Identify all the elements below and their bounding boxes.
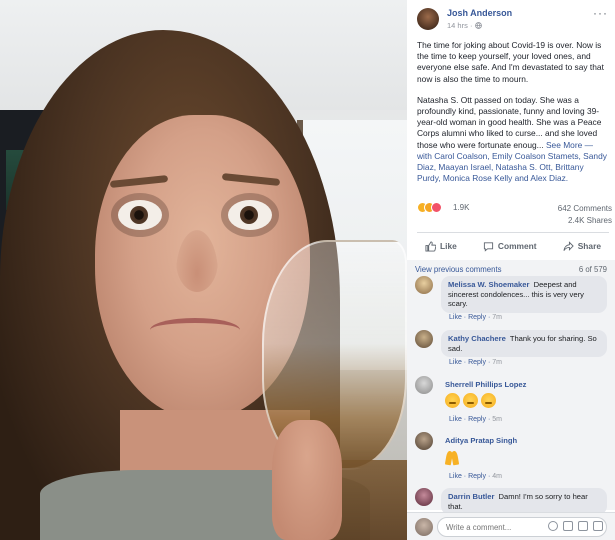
comment-separator: · [463, 416, 467, 423]
comment-icon [483, 241, 494, 252]
comment-tools [548, 521, 603, 531]
commenter-name[interactable]: Darrin Butler [448, 492, 494, 501]
share-icon [563, 240, 574, 251]
left-eye [118, 200, 162, 230]
comment-label: Comment [497, 241, 537, 251]
emoji-row [445, 392, 528, 412]
engagement-counts: 642 Comments 2.4K Shares [558, 203, 612, 227]
current-user-avatar [415, 518, 433, 536]
post-paragraph-2: Natasha S. Ott passed on today. She was … [417, 95, 609, 185]
comment-reply-link[interactable]: Reply [468, 416, 486, 423]
comment-count[interactable]: 642 Comments [558, 204, 612, 213]
comment-separator: · [487, 416, 491, 423]
comment-reply-link[interactable]: Reply [468, 314, 486, 321]
comment-time[interactable]: 4m [492, 473, 502, 480]
comments-count: 6 of 579 [578, 265, 607, 274]
comment-time[interactable]: 5m [492, 416, 502, 423]
author-avatar[interactable] [417, 8, 439, 30]
commenter-name[interactable]: Melissa W. Shoemaker [448, 280, 529, 289]
post-photo[interactable] [0, 0, 407, 540]
comment-like-link[interactable]: Like [449, 416, 462, 423]
share-label: Share [577, 241, 601, 251]
comment-separator: · [487, 314, 491, 321]
commenter-name[interactable]: Sherrell Phillips Lopez [445, 380, 526, 389]
comment-separator: · [463, 473, 467, 480]
comment-bubble: Aditya Pratap Singh [441, 432, 526, 473]
comment-separator: · [487, 359, 491, 366]
comment-separator: · [487, 473, 491, 480]
like-button[interactable]: Like [417, 236, 465, 256]
comment-bubble: Melissa W. Shoemaker Deepest and sincere… [441, 276, 607, 313]
comment-like-link[interactable]: Like [449, 359, 462, 366]
more-dots-icon[interactable]: ··· [593, 6, 608, 20]
sad-face-emoji [463, 392, 478, 408]
reaction-icons[interactable] [417, 202, 443, 214]
divider [417, 232, 609, 233]
comment-reply-link[interactable]: Reply [468, 473, 486, 480]
comment-button[interactable]: Comment [475, 236, 545, 256]
right-eye [228, 200, 272, 230]
comment-bubble: Sherrell Phillips Lopez [441, 376, 535, 416]
write-comment-bar [407, 512, 615, 540]
post-header: Josh Anderson 14 hrs · ··· [417, 6, 612, 34]
comment-actions: Like · Reply · 7m [449, 314, 502, 321]
commenter-avatar[interactable] [415, 432, 433, 450]
post-time[interactable]: 14 hrs [447, 21, 468, 30]
sticker-icon[interactable] [593, 521, 603, 531]
commenter-name[interactable]: Aditya Pratap Singh [445, 436, 517, 445]
comment-time[interactable]: 7m [492, 359, 502, 366]
commenter-avatar[interactable] [415, 276, 433, 294]
comment-separator: · [463, 314, 467, 321]
reaction-count[interactable]: 1.9K [453, 203, 469, 212]
share-count[interactable]: 2.4K Shares [568, 216, 612, 225]
comment-actions: Like · Reply · 5m [449, 416, 502, 423]
emoji-row [445, 449, 519, 469]
comments-panel: View previous comments 6 of 579 Melissa … [407, 260, 615, 516]
see-more-link[interactable]: See More [546, 140, 582, 150]
post-sidebar: Josh Anderson 14 hrs · ··· The time for … [407, 0, 615, 540]
camera-icon[interactable] [563, 521, 573, 531]
reactions-bar: 1.9K 642 Comments 2.4K Shares [417, 202, 612, 225]
comment-separator: · [463, 359, 467, 366]
commenter-avatar[interactable] [415, 376, 433, 394]
commenter-avatar[interactable] [415, 330, 433, 348]
post-meta: 14 hrs · [447, 21, 482, 30]
post-actions: Like Comment Share [417, 236, 609, 256]
view-previous-comments-link[interactable]: View previous comments [415, 265, 502, 274]
like-label: Like [440, 241, 457, 251]
mouth [150, 318, 240, 342]
comment-like-link[interactable]: Like [449, 473, 462, 480]
sad-face-emoji [481, 392, 496, 408]
globe-icon [474, 22, 482, 29]
share-button[interactable]: Share [555, 236, 609, 256]
commenter-name[interactable]: Kathy Chachere [448, 334, 506, 343]
post-text: The time for joking about Covid-19 is ov… [417, 40, 609, 194]
post-paragraph-1: The time for joking about Covid-19 is ov… [417, 40, 604, 84]
love-icon [431, 202, 442, 213]
folded-hands-emoji [445, 449, 459, 465]
sad-face-emoji [445, 392, 460, 408]
hand [272, 420, 342, 540]
nose [176, 230, 218, 292]
comment-time[interactable]: 7m [492, 314, 502, 321]
comment-actions: Like · Reply · 7m [449, 359, 502, 366]
comment-like-link[interactable]: Like [449, 314, 462, 321]
thumbs-up-icon [425, 240, 436, 252]
comment-actions: Like · Reply · 4m [449, 473, 502, 480]
gif-icon[interactable] [578, 521, 588, 531]
comment-bubble: Kathy Chachere Thank you for sharing. So… [441, 330, 607, 358]
comment-reply-link[interactable]: Reply [468, 359, 486, 366]
author-name[interactable]: Josh Anderson [447, 8, 512, 18]
commenter-avatar[interactable] [415, 488, 433, 506]
tagged-people[interactable]: Carol Coalson, Emily Coalson Stamets, Sa… [417, 151, 607, 183]
emoji-picker-icon[interactable] [548, 521, 558, 531]
